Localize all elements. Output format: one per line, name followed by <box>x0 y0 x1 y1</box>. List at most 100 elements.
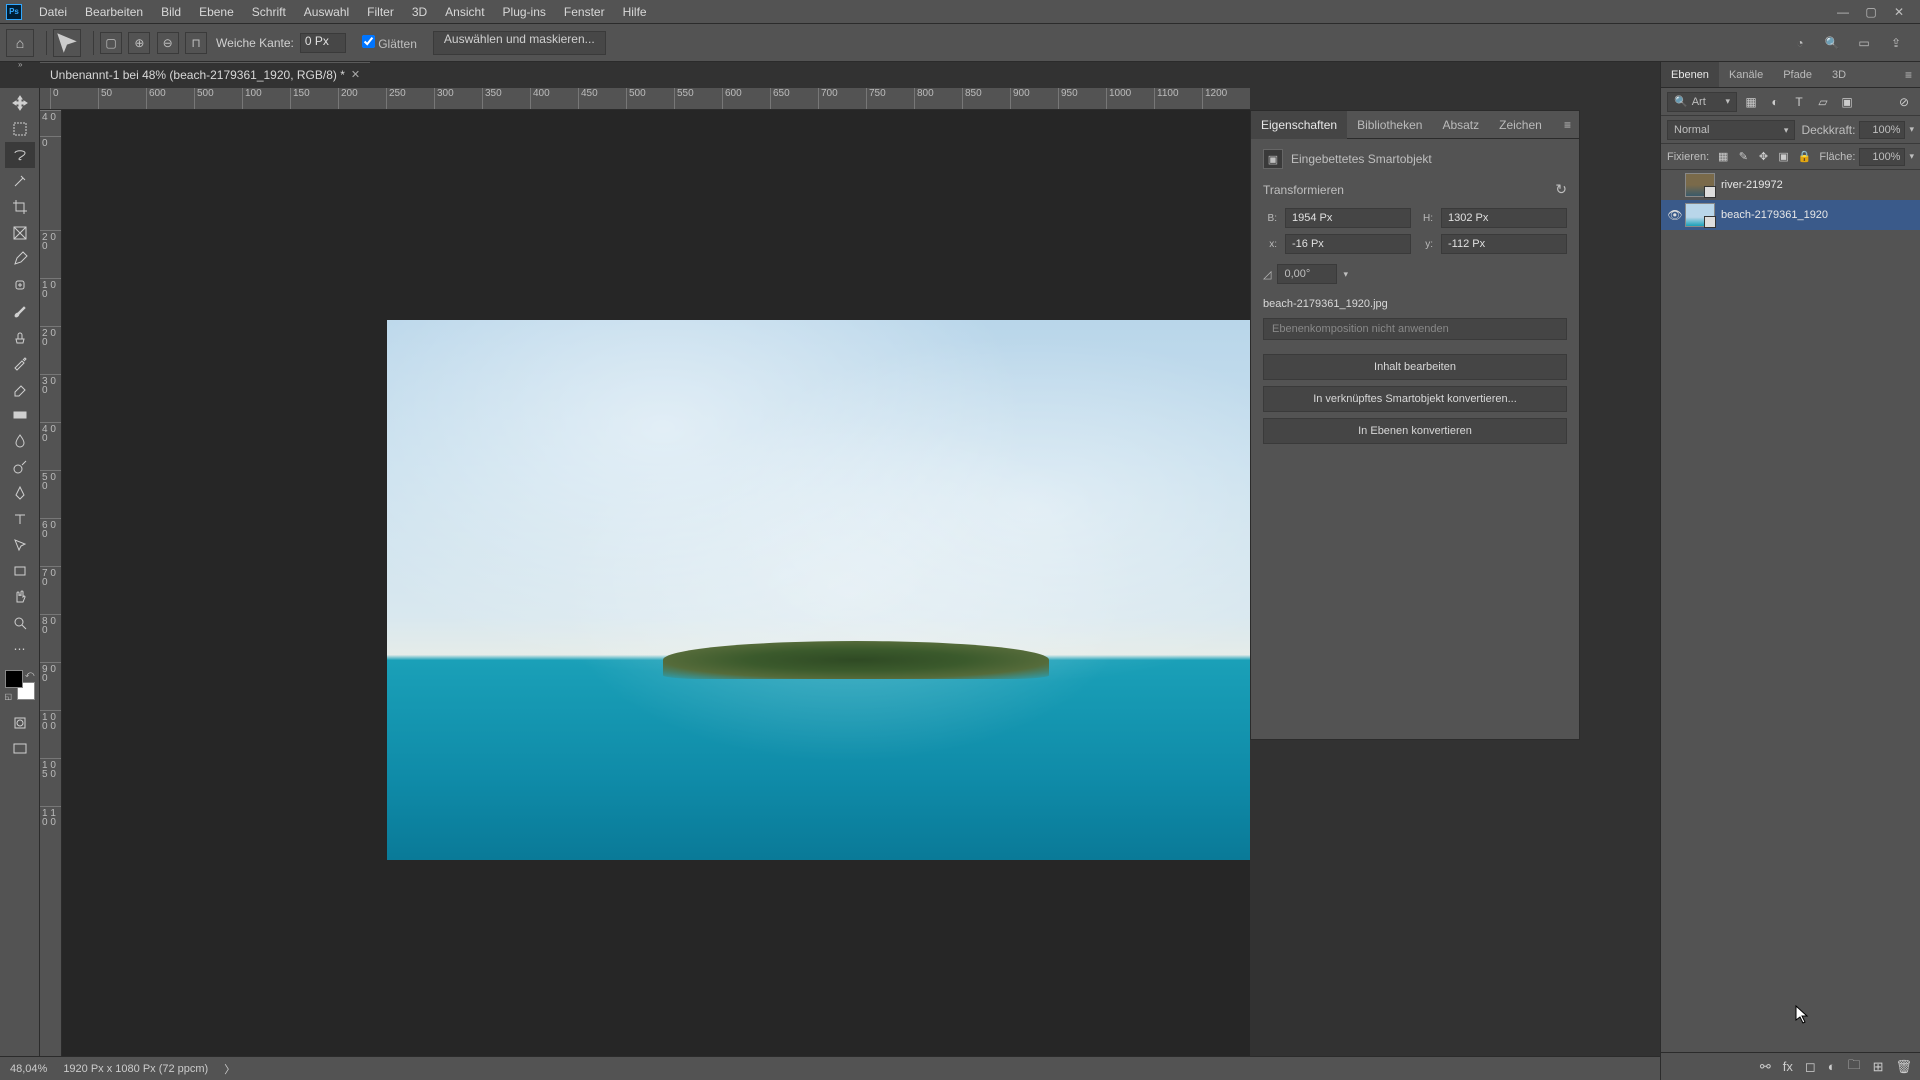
menu-filter[interactable]: Filter <box>358 0 403 24</box>
tab-3d[interactable]: 3D <box>1822 62 1856 87</box>
hand-tool[interactable] <box>5 584 35 610</box>
fill-dropdown-icon[interactable]: ▾ <box>1909 151 1914 162</box>
window-close-icon[interactable]: ✕ <box>1892 5 1906 19</box>
tab-kanaele[interactable]: Kanäle <box>1719 62 1773 87</box>
tab-absatz[interactable]: Absatz <box>1432 111 1489 139</box>
lock-pixels-icon[interactable]: ✎ <box>1737 150 1749 163</box>
feather-input[interactable]: 0 Px <box>300 33 346 53</box>
move-tool[interactable] <box>5 90 35 116</box>
default-colors-icon[interactable]: ◱ <box>5 692 13 701</box>
window-minimize-icon[interactable]: — <box>1836 5 1850 19</box>
menu-auswahl[interactable]: Auswahl <box>295 0 358 24</box>
antialias-checkbox[interactable]: Glätten <box>362 35 417 51</box>
adjustment-layer-icon[interactable]: ◐ <box>1828 1059 1836 1074</box>
window-maximize-icon[interactable]: ▢ <box>1864 5 1878 19</box>
tab-bibliotheken[interactable]: Bibliotheken <box>1347 111 1432 139</box>
menu-3d[interactable]: 3D <box>403 0 436 24</box>
color-swatches[interactable]: ⤺ ◱ <box>5 670 35 700</box>
angle-input[interactable]: 0,00° <box>1277 264 1337 284</box>
menu-fenster[interactable]: Fenster <box>555 0 614 24</box>
search-icon[interactable]: 🔍 <box>1822 33 1842 53</box>
filter-smart-icon[interactable]: ▣ <box>1837 92 1857 112</box>
tab-pfade[interactable]: Pfade <box>1773 62 1822 87</box>
edit-toolbar-icon[interactable]: ⋯ <box>5 636 35 662</box>
frame-tool[interactable] <box>5 220 35 246</box>
selection-subtract-icon[interactable]: ⊖ <box>157 32 179 54</box>
menu-bild[interactable]: Bild <box>152 0 190 24</box>
menu-hilfe[interactable]: Hilfe <box>614 0 656 24</box>
layer-style-icon[interactable]: fx <box>1783 1059 1793 1074</box>
vertical-ruler[interactable]: 4 0 0 2 0 0 1 0 0 2 0 0 3 0 0 4 0 0 5 0 … <box>40 110 62 1056</box>
tool-preset-button[interactable] <box>53 29 81 57</box>
zoom-level[interactable]: 48,04% <box>10 1063 47 1075</box>
layer-mask-icon[interactable]: ◻ <box>1805 1059 1816 1075</box>
zoom-tool[interactable] <box>5 610 35 636</box>
workspace-icon[interactable]: ▭ <box>1854 33 1874 53</box>
edit-contents-button[interactable]: Inhalt bearbeiten <box>1263 354 1567 380</box>
menu-bearbeiten[interactable]: Bearbeiten <box>76 0 152 24</box>
link-layers-icon[interactable]: ⚯ <box>1760 1059 1771 1075</box>
rectangle-tool[interactable] <box>5 558 35 584</box>
history-brush-tool[interactable] <box>5 350 35 376</box>
status-chevron-icon[interactable]: 〉 <box>224 1061 235 1077</box>
opacity-dropdown-icon[interactable]: ▾ <box>1909 124 1914 135</box>
menu-plugins[interactable]: Plug-ins <box>494 0 555 24</box>
pen-tool[interactable] <box>5 480 35 506</box>
layer-visibility-toggle[interactable]: 👁 <box>1665 208 1685 222</box>
fill-input[interactable]: 100% <box>1859 148 1905 166</box>
crop-tool[interactable] <box>5 194 35 220</box>
filter-shape-icon[interactable]: ▱ <box>1813 92 1833 112</box>
quick-mask-tool[interactable] <box>5 710 35 736</box>
document-info[interactable]: 1920 Px x 1080 Px (72 ppcm) <box>63 1063 208 1075</box>
lock-artboard-icon[interactable]: ▣ <box>1778 150 1790 163</box>
menu-ansicht[interactable]: Ansicht <box>436 0 493 24</box>
eyedropper-tool[interactable] <box>5 246 35 272</box>
lasso-tool[interactable] <box>5 142 35 168</box>
foreground-color[interactable] <box>5 670 23 688</box>
layer-row[interactable]: river-219972 <box>1661 170 1920 200</box>
document-tab[interactable]: Unbenannt-1 bei 48% (beach-2179361_1920,… <box>40 62 370 86</box>
horizontal-ruler[interactable]: 0 50 600 500 100 150 200 250 300 350 400… <box>40 88 1250 110</box>
layers-panel-menu-icon[interactable]: ≡ <box>1897 62 1920 87</box>
brush-tool[interactable] <box>5 298 35 324</box>
convert-linked-button[interactable]: In verknüpftes Smartobjekt konvertieren.… <box>1263 386 1567 412</box>
selection-add-icon[interactable]: ⊕ <box>128 32 150 54</box>
swap-colors-icon[interactable]: ⤺ <box>25 669 35 680</box>
marquee-tool[interactable] <box>5 116 35 142</box>
layer-row[interactable]: 👁 beach-2179361_1920 <box>1661 200 1920 230</box>
convert-layers-button[interactable]: In Ebenen konvertieren <box>1263 418 1567 444</box>
close-tab-icon[interactable]: ✕ <box>351 63 360 87</box>
share-icon[interactable]: ⇪ <box>1886 33 1906 53</box>
blur-tool[interactable] <box>5 428 35 454</box>
tab-zeichen[interactable]: Zeichen <box>1489 111 1552 139</box>
layer-group-icon[interactable]: 🗀 <box>1848 1056 1861 1078</box>
select-and-mask-button[interactable]: Auswählen und maskieren... <box>433 31 606 55</box>
lock-transparency-icon[interactable]: ▦ <box>1717 150 1729 163</box>
path-selection-tool[interactable] <box>5 532 35 558</box>
tab-ebenen[interactable]: Ebenen <box>1661 62 1719 87</box>
magic-wand-tool[interactable] <box>5 168 35 194</box>
tab-eigenschaften[interactable]: Eigenschaften <box>1251 111 1347 139</box>
opacity-input[interactable]: 100% <box>1859 121 1905 139</box>
filter-adjustment-icon[interactable]: ◐ <box>1765 92 1785 112</box>
filter-type-icon[interactable]: T <box>1789 92 1809 112</box>
healing-brush-tool[interactable] <box>5 272 35 298</box>
lock-all-icon[interactable]: 🔒 <box>1798 150 1812 163</box>
x-input[interactable]: -16 Px <box>1285 234 1411 254</box>
canvas-area[interactable] <box>62 110 1250 1056</box>
selection-new-icon[interactable]: ▢ <box>100 32 122 54</box>
selection-intersect-icon[interactable]: ⊓ <box>185 32 207 54</box>
layer-comp-select[interactable]: Ebenenkomposition nicht anwenden <box>1263 318 1567 340</box>
y-input[interactable]: -112 Px <box>1441 234 1567 254</box>
layer-filter-kind[interactable]: 🔍Art▾ <box>1667 92 1737 112</box>
dodge-tool[interactable] <box>5 454 35 480</box>
menu-ebene[interactable]: Ebene <box>190 0 243 24</box>
home-button[interactable]: ⌂ <box>6 29 34 57</box>
clone-stamp-tool[interactable] <box>5 324 35 350</box>
type-tool[interactable] <box>5 506 35 532</box>
layer-thumbnail[interactable] <box>1685 203 1715 227</box>
screen-mode-tool[interactable] <box>5 736 35 762</box>
panel-menu-icon[interactable]: ≡ <box>1556 118 1579 132</box>
height-input[interactable]: 1302 Px <box>1441 208 1567 228</box>
menu-datei[interactable]: Datei <box>30 0 76 24</box>
